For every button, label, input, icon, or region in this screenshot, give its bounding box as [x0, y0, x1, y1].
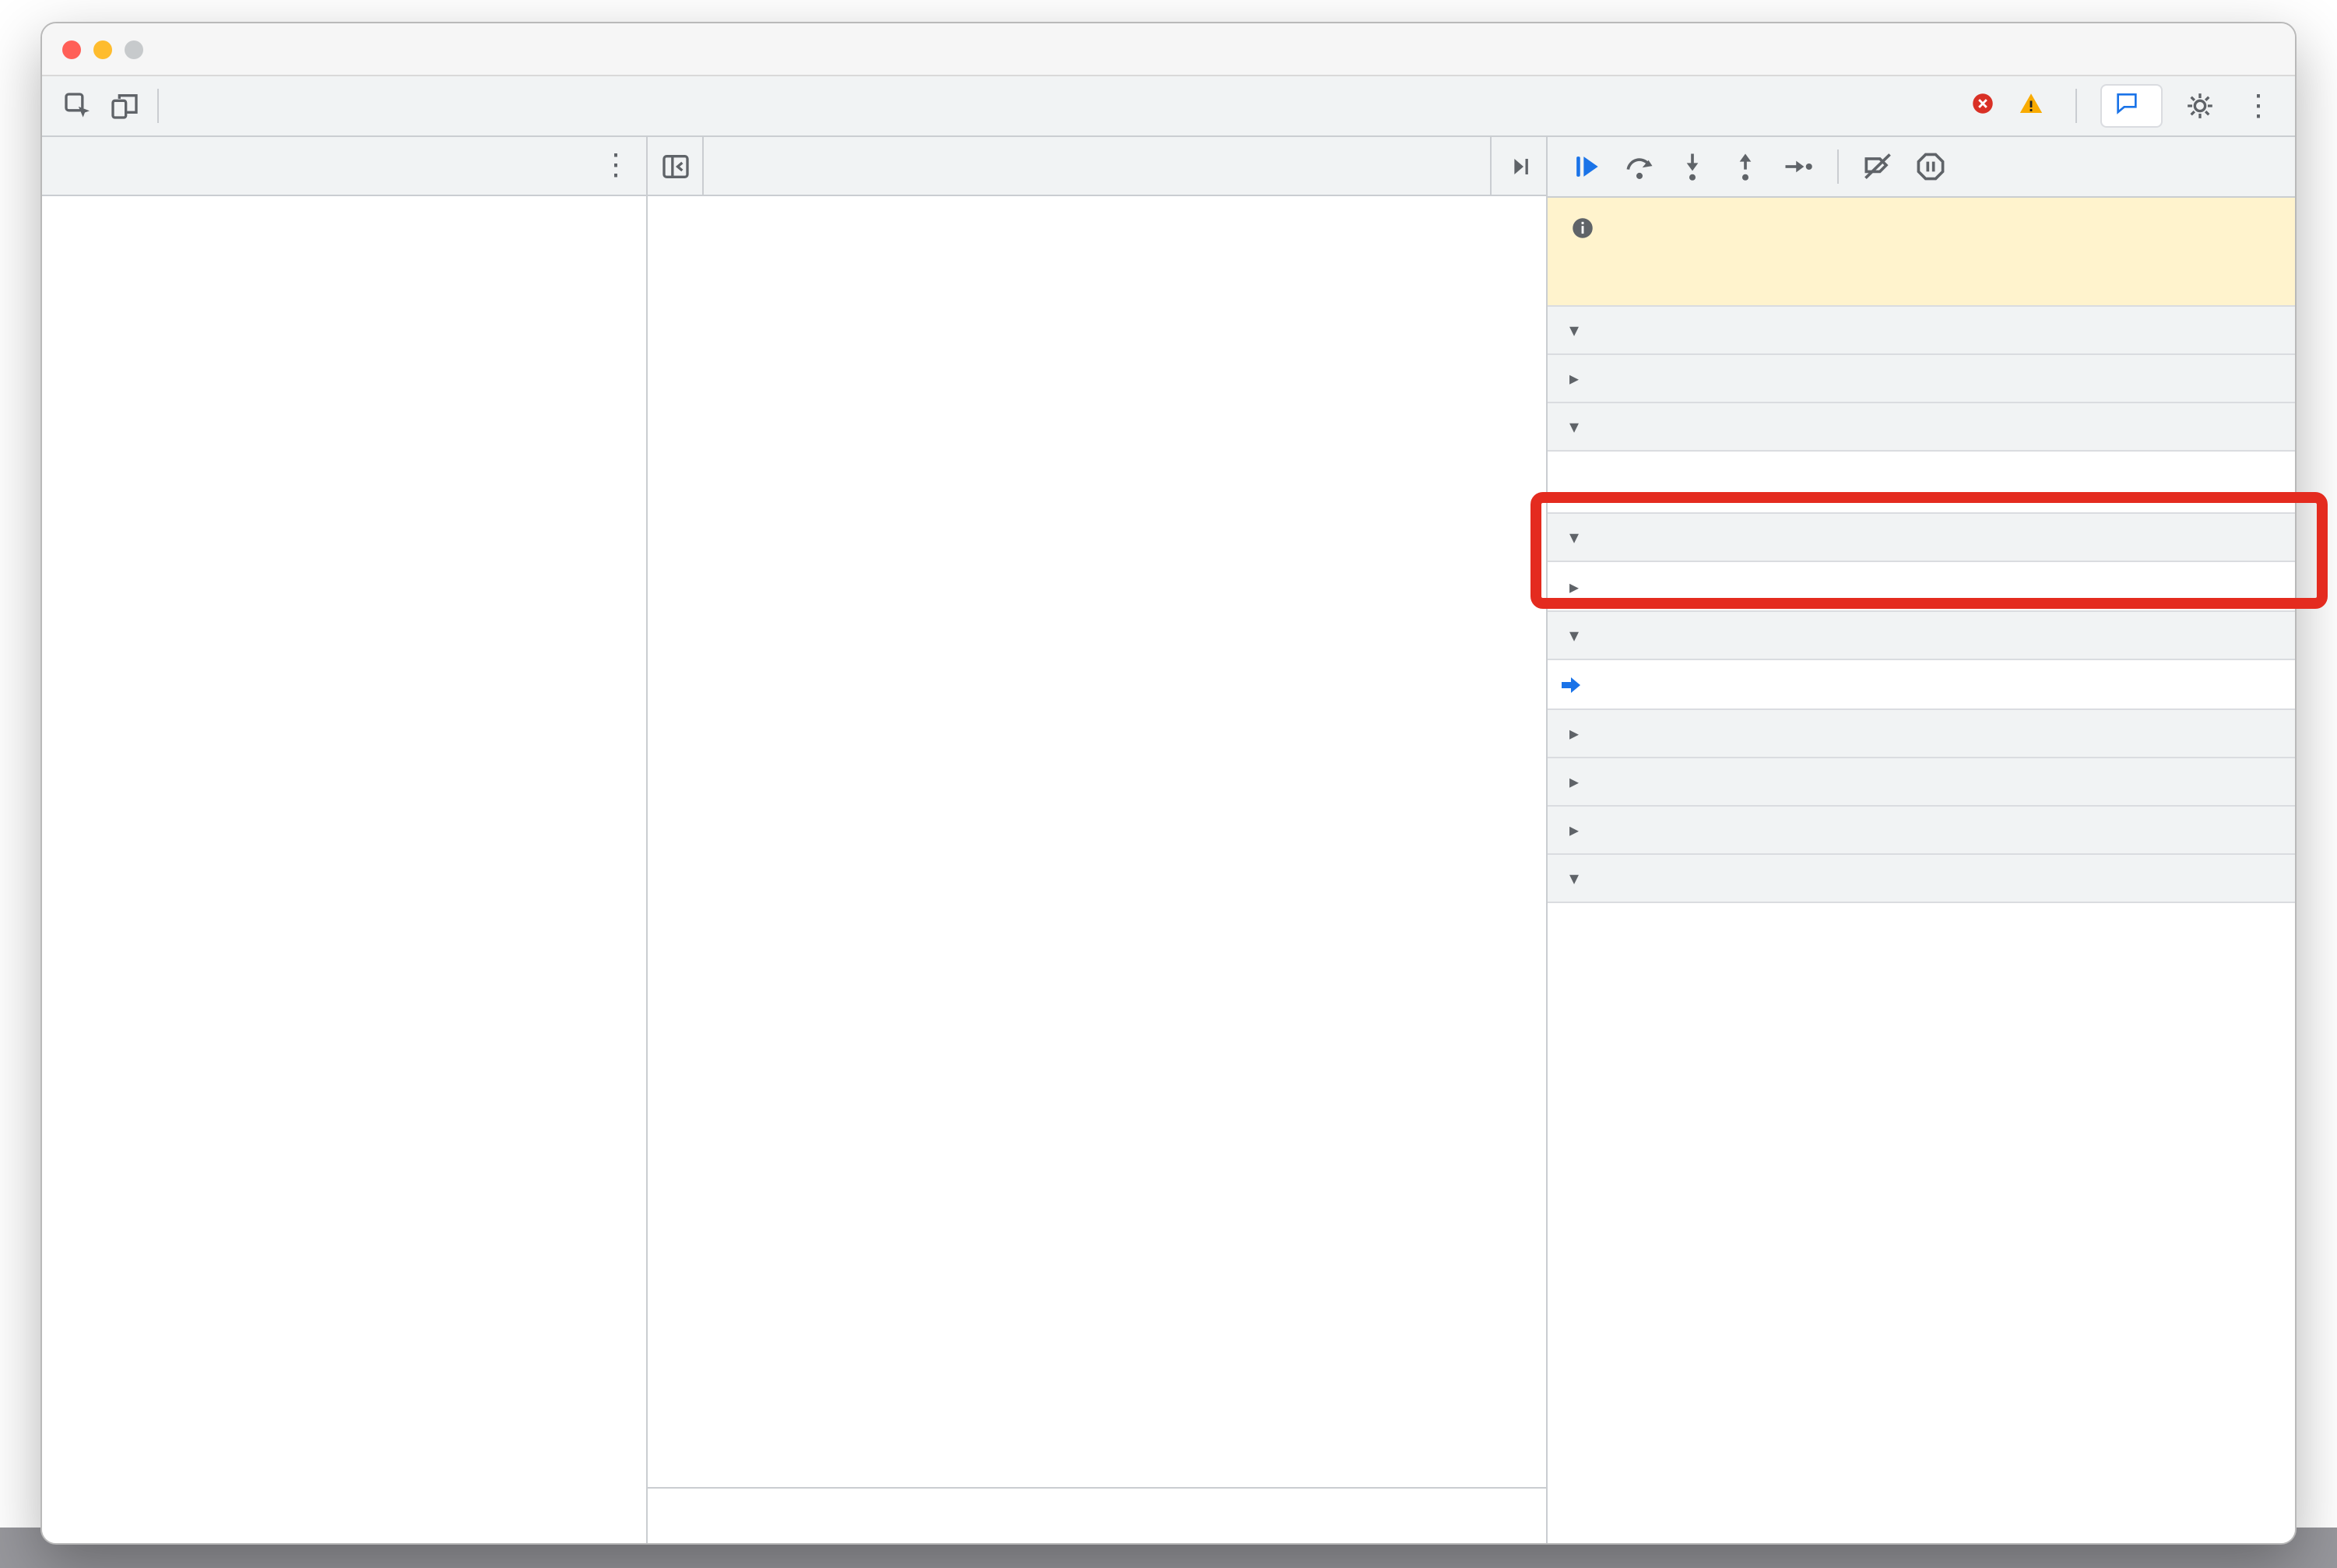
- toolbar-separator: [2075, 89, 2077, 123]
- toolbar-right-group: ⋮: [1970, 83, 2283, 129]
- toggle-navigator-icon[interactable]: [648, 137, 704, 195]
- error-icon: [1970, 90, 1996, 122]
- triangle-right-icon: ▸: [1569, 576, 1580, 598]
- devtools-content: ⋮ ▾ ▸ ▾ ▾ ▸ ▾ ▸ ▸ ▸ ▾: [42, 137, 2295, 1543]
- more-tabs-icon[interactable]: [1490, 137, 1546, 195]
- debugger-toolbar: [1548, 137, 2295, 198]
- call-stack-section-header[interactable]: ▾: [1548, 610, 2295, 660]
- warning-icon: [2018, 90, 2044, 122]
- zoom-window-button[interactable]: [125, 40, 143, 58]
- console-errors-badge[interactable]: [1970, 90, 2004, 122]
- paused-banner: [1548, 198, 2295, 307]
- threads-section-header[interactable]: ▾: [1548, 305, 2295, 355]
- no-breakpoints-message: [1548, 452, 2295, 514]
- toolbar-separator: [1837, 149, 1839, 184]
- triangle-down-icon: ▾: [1569, 416, 1580, 438]
- navigator-kebab-icon[interactable]: ⋮: [595, 148, 646, 184]
- toolbar-separator: [157, 89, 159, 123]
- dom-breakpoints-section-header[interactable]: ▸: [1548, 757, 2295, 807]
- step-into-button[interactable]: [1669, 145, 1716, 188]
- triangle-right-icon: ▸: [1569, 771, 1580, 793]
- global-listeners-section-header[interactable]: ▸: [1548, 805, 2295, 855]
- window-titlebar: [42, 23, 2295, 76]
- file-tree: [42, 196, 646, 1543]
- deactivate-breakpoints-button[interactable]: [1854, 145, 1901, 188]
- issues-counter-button[interactable]: [2100, 84, 2163, 128]
- event-listener-breakpoints-section-header[interactable]: ▾: [1548, 853, 2295, 903]
- triangle-down-icon: ▾: [1569, 319, 1580, 341]
- editor-panel: [648, 137, 1548, 1543]
- triangle-right-icon: ▸: [1569, 367, 1580, 389]
- devtools-window: ⋮ ⋮ ▾ ▸ ▾ ▾ ▸ ▾ ▸ ▸ ▸ ▾: [40, 22, 2297, 1545]
- screenshot-stage: ⋮ ⋮ ▾ ▸ ▾ ▾ ▸ ▾ ▸ ▸ ▸ ▾: [0, 0, 2337, 1568]
- scope-section-header[interactable]: ▾: [1548, 512, 2295, 562]
- step-over-button[interactable]: [1616, 145, 1663, 188]
- code-editor[interactable]: [648, 196, 1546, 1487]
- watch-section-header[interactable]: ▸: [1548, 353, 2295, 403]
- triangle-right-icon: ▸: [1569, 819, 1580, 841]
- debugger-sidebar: ▾ ▸ ▾ ▾ ▸ ▾ ▸ ▸ ▸ ▾: [1548, 137, 2295, 1543]
- inspect-element-button[interactable]: [54, 83, 101, 129]
- pause-on-exceptions-button[interactable]: [1907, 145, 1954, 188]
- resume-script-button[interactable]: [1563, 145, 1610, 188]
- editor-tabbar: [648, 137, 1546, 196]
- window-controls: [62, 23, 143, 75]
- main-menu-kebab-icon[interactable]: ⋮: [2237, 88, 2279, 124]
- triangle-down-icon: ▾: [1569, 624, 1580, 646]
- call-stack-frame-row[interactable]: [1548, 660, 2295, 710]
- triangle-down-icon: ▾: [1569, 526, 1580, 548]
- issues-bubble-icon: [2114, 90, 2139, 121]
- info-icon: [1569, 215, 1596, 249]
- editor-statusbar: [648, 1487, 1546, 1543]
- minimize-window-button[interactable]: [93, 40, 112, 58]
- settings-gear-icon[interactable]: [2177, 83, 2223, 129]
- step-button[interactable]: [1775, 145, 1822, 188]
- console-warnings-badge[interactable]: [2018, 90, 2052, 122]
- xhr-breakpoints-section-header[interactable]: ▸: [1548, 708, 2295, 758]
- main-toolbar: ⋮: [42, 76, 2295, 137]
- triangle-right-icon: ▸: [1569, 722, 1580, 744]
- execution-arrow-icon: [1560, 676, 1585, 694]
- navigator-tabbar: ⋮: [42, 137, 646, 196]
- triangle-down-icon: ▾: [1569, 867, 1580, 889]
- step-out-button[interactable]: [1722, 145, 1769, 188]
- device-toolbar-button[interactable]: [101, 83, 148, 129]
- scope-global-row[interactable]: ▸: [1548, 562, 2295, 612]
- navigator-panel: ⋮: [42, 137, 648, 1543]
- breakpoints-section-header[interactable]: ▾: [1548, 402, 2295, 452]
- close-window-button[interactable]: [62, 40, 81, 58]
